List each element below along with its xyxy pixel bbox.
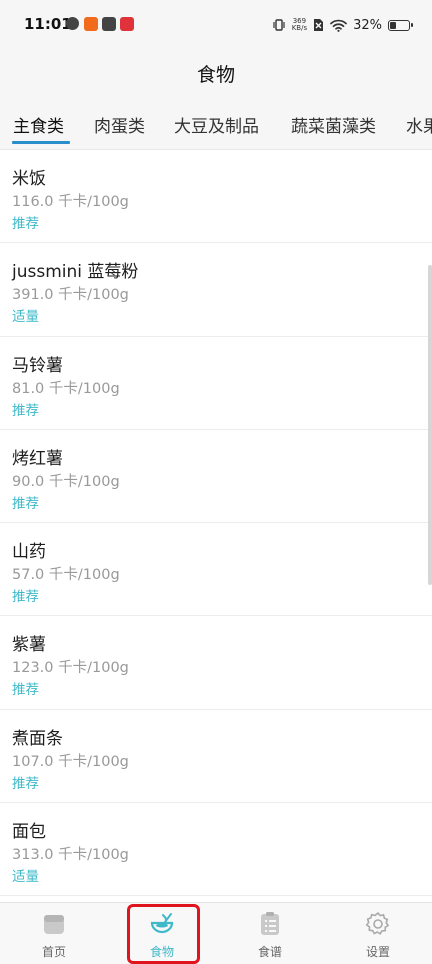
food-calories: 313.0 千卡/100g bbox=[12, 847, 129, 864]
network-speed: 369 KB/s bbox=[292, 18, 307, 32]
food-name: 烤红薯 bbox=[12, 448, 63, 469]
food-item[interactable]: 米饭 116.0 千卡/100g 推荐 bbox=[0, 150, 432, 244]
food-recommendation: 推荐 bbox=[12, 775, 39, 792]
food-item[interactable]: 山药 57.0 千卡/100g 推荐 bbox=[0, 523, 432, 617]
tab-staple-food[interactable]: 主食类 bbox=[13, 112, 64, 137]
app-notification-icon bbox=[66, 17, 79, 30]
food-list[interactable]: 米饭 116.0 千卡/100g 推荐 jussmini 蓝莓粉 391.0 千… bbox=[0, 150, 432, 902]
recipe-list-icon bbox=[261, 912, 279, 935]
vibrate-icon bbox=[273, 19, 285, 31]
food-calories: 107.0 千卡/100g bbox=[12, 753, 129, 770]
tab-fruit[interactable]: 水果 bbox=[406, 112, 432, 137]
status-indicators: 369 KB/s 32% bbox=[272, 14, 413, 36]
bottom-nav: 首页 食物 食谱 设置 bbox=[0, 902, 432, 964]
page-title: 食物 bbox=[196, 63, 235, 86]
active-tab-indicator bbox=[12, 141, 70, 144]
food-item[interactable]: 面包 313.0 千卡/100g 适量 bbox=[0, 803, 432, 897]
food-name: jussmini 蓝莓粉 bbox=[12, 262, 139, 283]
food-recommendation: 适量 bbox=[12, 309, 39, 326]
app-notification-icon bbox=[120, 17, 134, 31]
food-name: 马铃薯 bbox=[12, 355, 63, 376]
food-name: 面包 bbox=[12, 822, 46, 843]
food-calories: 90.0 千卡/100g bbox=[12, 473, 120, 490]
food-calories: 57.0 千卡/100g bbox=[12, 567, 120, 584]
battery-level bbox=[390, 21, 397, 29]
food-recommendation: 推荐 bbox=[12, 402, 39, 419]
food-recommendation: 推荐 bbox=[12, 682, 39, 699]
battery-icon bbox=[388, 19, 413, 31]
food-recommendation: 推荐 bbox=[12, 495, 39, 512]
food-calories: 81.0 千卡/100g bbox=[12, 380, 120, 397]
food-name: 山药 bbox=[12, 542, 46, 563]
food-item[interactable]: 煮面条 107.0 千卡/100g 推荐 bbox=[0, 710, 432, 804]
list-scrollbar[interactable] bbox=[428, 265, 432, 585]
food-recommendation: 适量 bbox=[12, 869, 39, 886]
food-item[interactable]: jussmini 蓝莓粉 391.0 千卡/100g 适量 bbox=[0, 243, 432, 337]
food-calories: 123.0 千卡/100g bbox=[12, 660, 129, 677]
nav-label: 设置 bbox=[365, 945, 390, 959]
status-bar: 11:01 369 KB/s 32% bbox=[0, 0, 432, 50]
highlight-annotation bbox=[127, 904, 200, 964]
app-notification-icon bbox=[84, 17, 98, 31]
nav-label: 首页 bbox=[41, 945, 66, 959]
food-recommendation: 推荐 bbox=[12, 216, 39, 232]
food-recommendation: 推荐 bbox=[12, 589, 39, 606]
food-calories: 391.0 千卡/100g bbox=[12, 287, 129, 304]
nav-recipes[interactable]: 食谱 bbox=[216, 903, 324, 964]
nav-home[interactable]: 首页 bbox=[0, 903, 108, 964]
food-item[interactable]: 烤红薯 90.0 千卡/100g 推荐 bbox=[0, 430, 432, 524]
tab-vegetables-fungi[interactable]: 蔬菜菌藻类 bbox=[291, 112, 376, 137]
tab-meat-egg[interactable]: 肉蛋类 bbox=[94, 112, 145, 137]
category-tabs: 主食类 肉蛋类 大豆及制品 蔬菜菌藻类 水果 bbox=[0, 96, 432, 150]
status-time: 11:01 bbox=[24, 15, 72, 33]
nav-label: 食谱 bbox=[257, 945, 282, 959]
wifi-icon bbox=[330, 19, 347, 32]
no-sim-icon bbox=[314, 19, 324, 31]
food-item[interactable]: 马铃薯 81.0 千卡/100g 推荐 bbox=[0, 337, 432, 430]
title-bar: 食物 bbox=[0, 50, 432, 96]
battery-percent: 32% bbox=[353, 17, 382, 33]
gear-icon bbox=[365, 912, 389, 935]
food-calories: 116.0 千卡/100g bbox=[12, 194, 129, 210]
mail-icon bbox=[102, 17, 116, 31]
food-name: 紫薯 bbox=[12, 635, 46, 656]
nav-settings[interactable]: 设置 bbox=[324, 903, 432, 964]
food-name: 米饭 bbox=[12, 169, 46, 189]
food-item[interactable]: 紫薯 123.0 千卡/100g 推荐 bbox=[0, 616, 432, 710]
network-speed-unit: KB/s bbox=[291, 24, 308, 32]
food-name: 煮面条 bbox=[12, 728, 63, 749]
home-icon bbox=[44, 915, 64, 934]
tab-soy-products[interactable]: 大豆及制品 bbox=[174, 112, 259, 137]
